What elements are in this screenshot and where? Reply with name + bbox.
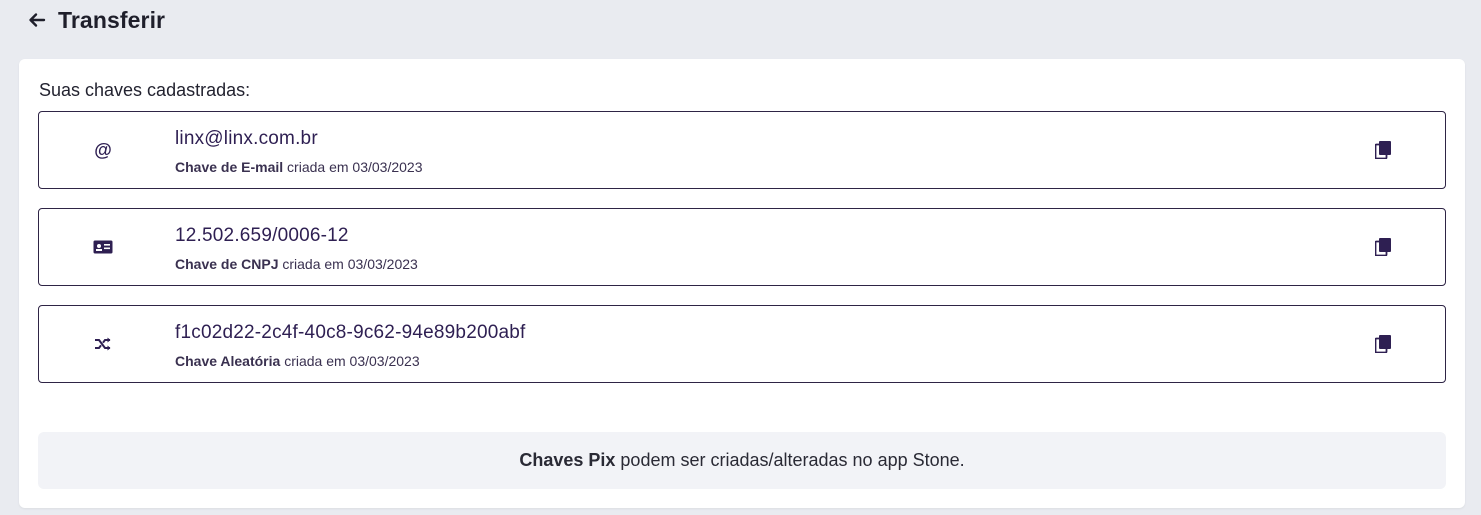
pix-key-created: criada em 03/03/2023 bbox=[287, 159, 423, 175]
pix-key-meta: Chave Aleatória criada em 03/03/2023 bbox=[175, 353, 420, 369]
pix-key-row-random: f1c02d22-2c4f-40c8-9c62-94e89b200abf Cha… bbox=[38, 305, 1446, 383]
at-sign-icon: @ bbox=[94, 139, 112, 160]
pix-key-row-email: @ linx@linx.com.br Chave de E-mail criad… bbox=[38, 111, 1446, 189]
copy-key-button[interactable] bbox=[1372, 333, 1394, 355]
info-text: podem ser criadas/alteradas no app Stone… bbox=[620, 450, 965, 470]
pix-key-value: f1c02d22-2c4f-40c8-9c62-94e89b200abf bbox=[175, 322, 526, 343]
id-card-icon bbox=[91, 236, 115, 258]
copy-key-button[interactable] bbox=[1372, 236, 1394, 258]
pix-key-meta: Chave de E-mail criada em 03/03/2023 bbox=[175, 159, 422, 175]
pix-key-type: Chave de CNPJ bbox=[175, 256, 279, 272]
copy-key-button[interactable] bbox=[1372, 139, 1394, 161]
keys-section-label: Suas chaves cadastradas: bbox=[39, 80, 251, 100]
pix-key-meta: Chave de CNPJ criada em 03/03/2023 bbox=[175, 256, 418, 272]
shuffle-icon bbox=[91, 333, 115, 355]
pix-key-value: 12.502.659/0006-12 bbox=[175, 225, 349, 246]
page-header: Transferir bbox=[26, 4, 165, 36]
pix-key-type: Chave de E-mail bbox=[175, 159, 284, 175]
pix-keys-card: Suas chaves cadastradas: @ linx@linx.com… bbox=[19, 59, 1465, 508]
copy-icon bbox=[1375, 141, 1391, 159]
back-button[interactable] bbox=[26, 9, 48, 31]
pix-key-value: linx@linx.com.br bbox=[175, 128, 318, 149]
page-title: Transferir bbox=[58, 6, 166, 33]
info-bold-text: Chaves Pix bbox=[519, 450, 616, 470]
pix-key-created: criada em 03/03/2023 bbox=[284, 353, 420, 369]
copy-icon bbox=[1375, 335, 1391, 353]
copy-icon bbox=[1375, 238, 1391, 256]
pix-info-banner: Chaves Pix podem ser criadas/alteradas n… bbox=[38, 432, 1446, 489]
pix-key-row-cnpj: 12.502.659/0006-12 Chave de CNPJ criada … bbox=[38, 208, 1446, 286]
arrow-left-icon bbox=[29, 13, 46, 27]
pix-key-type: Chave Aleatória bbox=[175, 353, 281, 369]
pix-key-created: criada em 03/03/2023 bbox=[282, 256, 418, 272]
